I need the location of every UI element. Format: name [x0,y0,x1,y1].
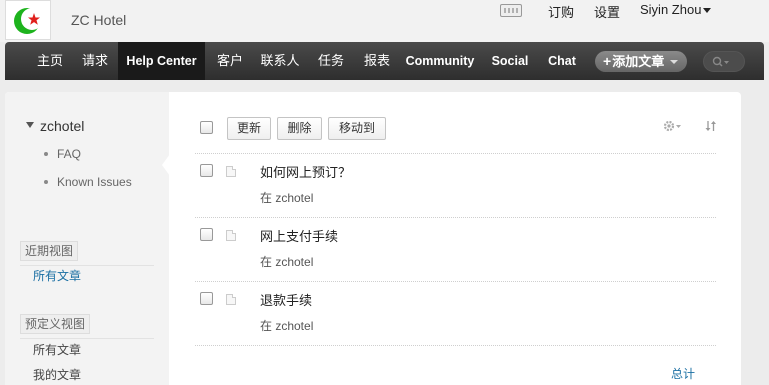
predefined-views-label: 预定义视图 [20,314,91,334]
top-header: ZC Hotel 订购 设置 Siyin Zhou [0,0,769,42]
tree-item-known-issues[interactable]: Known Issues [44,175,132,189]
selection-pointer [162,154,170,176]
article-category: 在 zchotel [260,319,314,333]
settings-link[interactable]: 设置 [594,2,620,21]
move-to-button[interactable]: 移动到 [328,117,386,140]
article-checkbox[interactable] [200,228,213,241]
tab-contacts[interactable]: 联系人 [255,42,305,80]
triangle-down-icon[interactable] [26,122,34,129]
total-count-link[interactable]: 总计 [671,365,695,382]
tab-customers[interactable]: 客户 [210,42,250,80]
tree-root-label: zchotel [40,118,85,134]
article-category: 在 zchotel [260,191,314,205]
predefined-all-articles-link[interactable]: 所有文章 [33,341,81,358]
document-icon [226,166,236,177]
app-name: ZC Hotel [71,12,127,28]
gear-icon[interactable] [663,120,683,132]
company-logo[interactable] [5,0,51,40]
divider [195,281,716,282]
bullet-icon [44,179,48,184]
tab-requests[interactable]: 请求 [75,42,115,80]
tab-help-center[interactable]: Help Center [118,42,205,80]
tab-community[interactable]: Community [405,42,475,80]
article-checkbox[interactable] [200,292,213,305]
subscription-link[interactable]: 订购 [548,2,574,21]
tab-social[interactable]: Social [487,42,533,80]
divider [195,217,716,218]
sort-icon[interactable] [705,120,717,132]
add-article-label: 添加文章 [612,54,665,69]
plus-icon: + [603,53,612,69]
tab-chat[interactable]: Chat [543,42,581,80]
document-icon [226,294,236,305]
recent-all-articles-link[interactable]: 所有文章 [33,267,81,284]
tab-reports[interactable]: 报表 [357,42,397,80]
chevron-down-icon [703,8,712,14]
my-articles-link[interactable]: 我的文章 [33,366,81,383]
document-icon [226,230,236,241]
chevron-down-icon [670,60,678,64]
keyboard-shortcuts-icon[interactable] [500,4,522,17]
article-title[interactable]: 网上支付手续 [260,226,338,245]
recent-views-title: 近期视图 [20,241,154,266]
tree-item-label: FAQ [57,147,82,161]
select-all-checkbox[interactable] [200,121,213,134]
article-category: 在 zchotel [260,255,314,269]
search-icon [712,56,729,67]
article-checkbox[interactable] [200,164,213,177]
tab-home[interactable]: 主页 [30,42,70,80]
article-title[interactable]: 退款手续 [260,290,312,309]
user-name: Siyin Zhou [640,2,702,17]
predefined-views-title: 预定义视图 [20,314,154,339]
tab-tasks[interactable]: 任务 [311,42,351,80]
tree-root-zchotel[interactable]: zchotel [26,118,84,134]
crescent-star-icon [14,8,43,34]
recent-views-label: 近期视图 [20,241,79,261]
divider [195,345,716,346]
divider [195,153,716,154]
user-menu[interactable]: Siyin Zhou [640,2,712,17]
add-article-button[interactable]: +添加文章 [595,51,687,72]
update-button[interactable]: 更新 [227,117,271,140]
tree-item-faq[interactable]: FAQ [44,147,81,161]
tree-item-label: Known Issues [57,175,132,189]
search-button[interactable] [703,51,745,72]
bullet-icon [44,151,48,156]
article-title[interactable]: 如何网上预订？ [260,162,351,181]
main-nav: 主页 请求 Help Center 客户 联系人 任务 报表 Community… [5,42,764,80]
sidebar [5,92,169,385]
delete-button[interactable]: 删除 [277,117,322,140]
